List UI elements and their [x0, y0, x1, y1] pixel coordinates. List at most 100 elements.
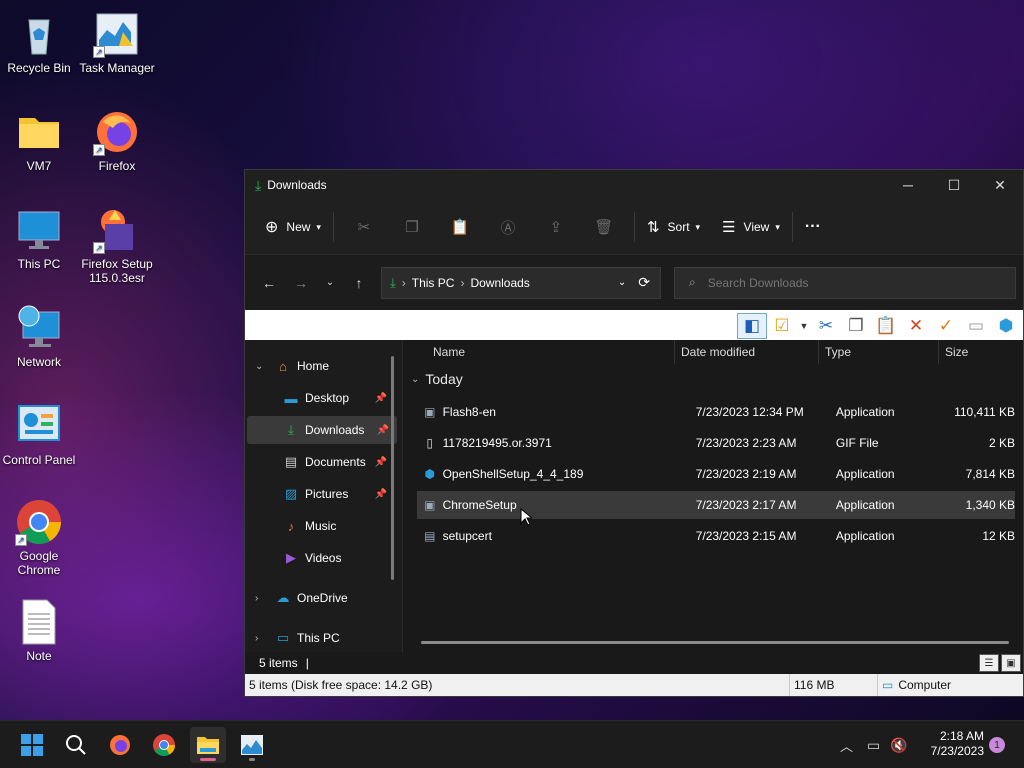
checkmark-icon[interactable]: ✓: [931, 313, 961, 339]
chevron-down-icon[interactable]: ⌄: [618, 277, 626, 288]
nav-item-music[interactable]: ♪ Music: [245, 512, 395, 540]
close-button[interactable]: ✕: [977, 170, 1023, 200]
taskbar-file-explorer[interactable]: [190, 727, 226, 763]
taskbar-task-manager[interactable]: [234, 727, 270, 763]
table-row[interactable]: ▯ 1178219495.or.3971 7/23/2023 2:23 AM G…: [417, 429, 1015, 457]
sort-icon: ⇅: [646, 219, 660, 236]
chevron-down-icon: ▾: [695, 221, 701, 232]
folder-icon: [197, 737, 219, 754]
shell-icon[interactable]: ⬢: [991, 313, 1021, 339]
nav-item-home[interactable]: ⌄ ⌂ Home: [245, 352, 395, 380]
table-row[interactable]: ▤ setupcert 7/23/2023 2:15 AM Applicatio…: [417, 522, 1015, 550]
chevron-down-icon[interactable]: ▼: [797, 313, 811, 339]
refresh-icon[interactable]: ⟳: [638, 274, 650, 291]
taskbar-firefox[interactable]: [102, 727, 138, 763]
desktop-icon-firefox-setup[interactable]: ↗ Firefox Setup 115.0.3esr: [78, 206, 156, 285]
cut-icon[interactable]: ✂: [340, 211, 388, 243]
nav-item-pictures[interactable]: ▨ Pictures 📌: [245, 480, 395, 508]
new-button[interactable]: ⊕ New ▾: [259, 211, 327, 243]
network-icon: [15, 304, 63, 352]
desktop-icon-recycle-bin[interactable]: Recycle Bin: [0, 10, 78, 75]
column-date-modified[interactable]: Date modified: [675, 339, 819, 364]
nav-label: Desktop: [305, 391, 350, 405]
search-input[interactable]: [707, 275, 988, 290]
desktop-icon-label: Firefox Setup 115.0.3esr: [81, 257, 153, 285]
taskbar-chrome[interactable]: [146, 727, 182, 763]
desktop-icon: ▬: [284, 390, 298, 406]
forward-button[interactable]: →: [285, 267, 317, 299]
cut-icon[interactable]: ✂: [811, 313, 841, 339]
notification-badge[interactable]: 1: [989, 737, 1005, 753]
installer-icon: ↗: [93, 206, 141, 254]
view-button[interactable]: ☰ View ▾: [716, 211, 786, 243]
table-row-selected[interactable]: ▣ ChromeSetup 7/23/2023 2:17 AM Applicat…: [417, 491, 1015, 519]
nav-item-downloads[interactable]: ⤓ Downloads 📌: [247, 416, 397, 444]
desktop-icon-vm7[interactable]: VM7: [0, 108, 78, 173]
table-row[interactable]: ⬢ OpenShellSetup_4_4_189 7/23/2023 2:19 …: [417, 460, 1015, 488]
application-icon: ▣: [424, 405, 436, 419]
desktop-icon-google-chrome[interactable]: ↗ Google Chrome: [0, 498, 78, 577]
nav-scrollbar[interactable]: [391, 356, 394, 580]
view-icon: ☰: [722, 219, 736, 236]
delete-icon[interactable]: 🗑: [580, 211, 628, 243]
nav-item-videos[interactable]: ▶ Videos: [245, 544, 395, 572]
network-status-icon[interactable]: ▭: [867, 737, 880, 754]
column-size[interactable]: Size: [939, 340, 1019, 364]
title-bar[interactable]: ⤓ Downloads ─ ☐ ✕: [245, 170, 1023, 200]
back-button[interactable]: ←: [253, 267, 285, 299]
start-button[interactable]: [14, 727, 50, 763]
recent-locations-button[interactable]: ⌄: [317, 267, 343, 299]
search-button[interactable]: [58, 727, 94, 763]
more-options-button[interactable]: ···: [799, 211, 827, 243]
chevron-right-icon[interactable]: ›: [255, 593, 258, 604]
group-label: Today: [425, 371, 463, 387]
navigation-pane-icon[interactable]: ◧: [737, 312, 767, 339]
nav-label: Home: [297, 359, 330, 373]
nav-item-documents[interactable]: ▤ Documents 📌: [245, 448, 395, 476]
copy-icon[interactable]: ❐: [841, 313, 871, 339]
desktop-icon-note[interactable]: Note: [0, 598, 78, 663]
file-size: 1,340 KB: [965, 498, 1016, 512]
details-view-icon[interactable]: ☰: [979, 654, 999, 672]
paste-icon[interactable]: 📋: [871, 313, 901, 339]
desktop-icon-control-panel[interactable]: Control Panel: [0, 402, 78, 467]
nav-label: Documents: [305, 455, 366, 469]
desktop-icon-task-manager[interactable]: ↗ Task Manager: [78, 10, 156, 75]
volume-muted-icon[interactable]: 🔇: [890, 737, 907, 754]
nav-item-this-pc[interactable]: › ▭ This PC: [245, 624, 395, 652]
chevron-up-icon[interactable]: ︿: [840, 736, 853, 755]
chevron-down-icon[interactable]: ⌄: [255, 361, 263, 372]
chevron-right-icon[interactable]: ›: [255, 633, 258, 644]
copy-icon[interactable]: ❐: [388, 211, 436, 243]
up-button[interactable]: ↑: [343, 267, 375, 299]
desktop-icon-firefox[interactable]: ↗ Firefox: [78, 108, 156, 173]
search-box[interactable]: ⌕: [674, 266, 1016, 299]
nav-item-onedrive[interactable]: › ☁ OneDrive: [245, 584, 395, 612]
horizontal-scrollbar[interactable]: [421, 641, 1009, 644]
breadcrumb-this-pc[interactable]: This PC: [412, 276, 455, 290]
clock[interactable]: 2:18 AM 7/23/2023: [931, 729, 984, 759]
delete-icon[interactable]: ✕: [901, 313, 931, 339]
address-bar[interactable]: ⤓ › This PC › Downloads ⌄ ⟳: [381, 266, 661, 299]
minimize-button[interactable]: ─: [885, 170, 931, 200]
breadcrumb-downloads[interactable]: Downloads: [470, 276, 529, 290]
select-icon[interactable]: ☑: [767, 313, 797, 339]
paste-icon[interactable]: 📋: [436, 211, 484, 243]
more-icon: ···: [804, 218, 821, 235]
classic-toolbar: ◧ ☑ ▼ ✂ ❐ 📋 ✕ ✓ ▭ ⬢: [245, 310, 1023, 341]
desktop-icon-this-pc[interactable]: This PC: [0, 206, 78, 271]
desktop-icon-network[interactable]: Network: [0, 304, 78, 369]
maximize-button[interactable]: ☐: [931, 170, 977, 200]
rename-icon[interactable]: Ⓐ: [484, 211, 532, 243]
item-count: 5 items: [259, 656, 298, 670]
group-header-today[interactable]: ⌄ Today: [403, 364, 1023, 394]
sort-button[interactable]: ⇅ Sort ▾: [641, 211, 706, 243]
large-icons-view-icon[interactable]: ▣: [1001, 654, 1021, 672]
share-icon[interactable]: ⇪: [532, 211, 580, 243]
file-date: 7/23/2023 2:23 AM: [695, 436, 797, 450]
table-row[interactable]: ▣ Flash8-en 7/23/2023 12:34 PM Applicati…: [417, 398, 1015, 426]
column-type[interactable]: Type: [819, 339, 939, 364]
properties-icon[interactable]: ▭: [961, 313, 991, 339]
nav-item-desktop[interactable]: ▬ Desktop 📌: [245, 384, 395, 412]
column-name[interactable]: Name: [403, 339, 675, 364]
